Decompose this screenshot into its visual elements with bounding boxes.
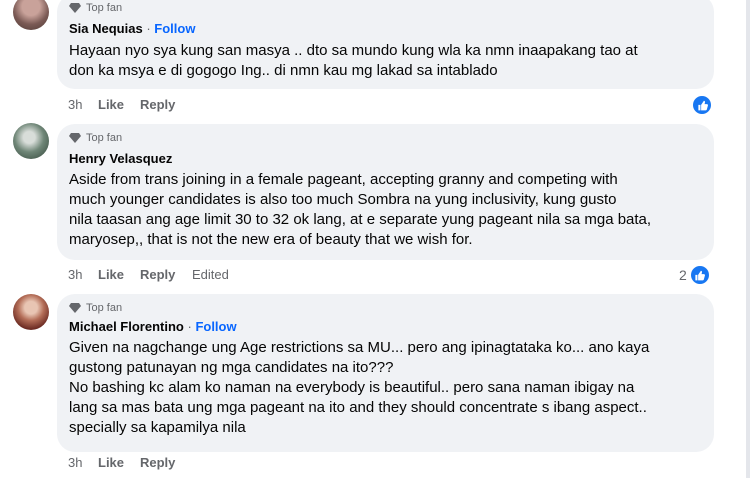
- scrollbar-track[interactable]: [746, 0, 750, 478]
- timestamp[interactable]: 3h: [68, 97, 82, 112]
- avatar[interactable]: [13, 0, 49, 30]
- reaction-count: 2: [679, 267, 687, 283]
- top-fan-badge: Top fan: [69, 2, 122, 14]
- follow-button[interactable]: Follow: [154, 21, 195, 36]
- comment-line: much younger candidates is also too much…: [69, 191, 617, 208]
- comment-header: Henry Velasquez: [69, 151, 172, 166]
- comment-line: lang sa mas bata ung mga pageant na ito …: [69, 399, 647, 416]
- follow-button[interactable]: Follow: [195, 319, 236, 334]
- comment-line: specially sa kapamilya nila: [69, 419, 246, 436]
- badge-label: Top fan: [86, 132, 123, 144]
- diamond-icon: [69, 303, 81, 313]
- comment-text: Aside from trans joining in a female pag…: [69, 170, 651, 250]
- badge-label: Top fan: [86, 2, 123, 14]
- avatar[interactable]: [13, 294, 49, 330]
- author-name[interactable]: Henry Velasquez: [69, 151, 172, 166]
- like-button[interactable]: Like: [98, 455, 124, 470]
- comment-line: No bashing kc alam ko naman na everybody…: [69, 379, 635, 396]
- timestamp[interactable]: 3h: [68, 267, 82, 282]
- edited-label: Edited: [192, 267, 229, 282]
- comment-header: Michael Florentino · Follow: [69, 319, 237, 334]
- comment-text: Hayaan nyo sya kung san masya .. dto sa …: [69, 41, 638, 81]
- comment-line: nila taasan ang age limit 30 to 32 ok la…: [69, 211, 652, 228]
- reply-button[interactable]: Reply: [140, 267, 175, 282]
- comment-bubble: Top fan Henry Velasquez Aside from trans…: [57, 124, 714, 260]
- reaction-summary[interactable]: [691, 94, 713, 116]
- timestamp[interactable]: 3h: [68, 455, 82, 470]
- comment-bubble: Top fan Michael Florentino · Follow Give…: [57, 294, 714, 452]
- like-button[interactable]: Like: [98, 267, 124, 282]
- comment-line: gustong patunayan ng mga candidates na i…: [69, 359, 394, 376]
- comment-line: don ka msya e di gogogo Ing.. di nmn kau…: [69, 62, 498, 79]
- top-fan-badge: Top fan: [69, 302, 122, 314]
- author-name[interactable]: Sia Nequias: [69, 21, 143, 36]
- diamond-icon: [69, 133, 81, 143]
- comment-line: maryosep,, that is not the new era of be…: [69, 231, 473, 248]
- comment-text: Given na nagchange ung Age restrictions …: [69, 338, 649, 438]
- like-reaction-icon: [688, 264, 711, 286]
- like-reaction-icon: [691, 94, 713, 116]
- separator-dot: ·: [187, 319, 192, 334]
- badge-label: Top fan: [86, 302, 123, 314]
- comment-header: Sia Nequias · Follow: [69, 21, 195, 36]
- comment-line: Aside from trans joining in a female pag…: [69, 171, 618, 188]
- reply-button[interactable]: Reply: [140, 97, 175, 112]
- reply-button[interactable]: Reply: [140, 455, 175, 470]
- reaction-summary[interactable]: 2: [679, 264, 711, 286]
- like-button[interactable]: Like: [98, 97, 124, 112]
- comment-bubble: Top fan Sia Nequias · Follow Hayaan nyo …: [57, 0, 714, 89]
- author-name[interactable]: Michael Florentino: [69, 319, 184, 334]
- avatar[interactable]: [13, 123, 49, 159]
- top-fan-badge: Top fan: [69, 132, 122, 144]
- comment-line: Hayaan nyo sya kung san masya .. dto sa …: [69, 42, 638, 59]
- diamond-icon: [69, 3, 81, 13]
- separator-dot: ·: [146, 21, 151, 36]
- comment-line: Given na nagchange ung Age restrictions …: [69, 339, 650, 356]
